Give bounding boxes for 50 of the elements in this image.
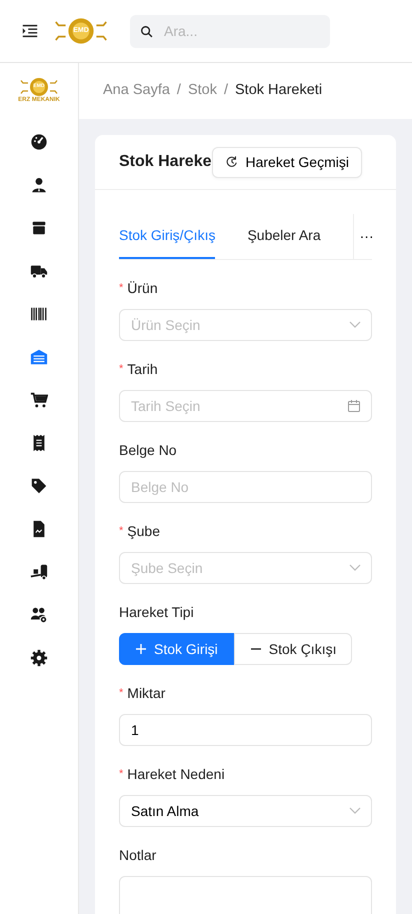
select-field[interactable]: Şube Seçin: [119, 552, 372, 584]
segment-option[interactable]: Stok Çıkışı: [234, 633, 352, 665]
gear-logo-icon: [53, 17, 109, 45]
required-mark: *: [119, 281, 124, 296]
field-label: Notlar: [119, 846, 156, 865]
date-field[interactable]: Tarih Seçin: [119, 390, 372, 422]
segment-option[interactable]: Stok Girişi: [119, 633, 234, 665]
barcode-icon: [30, 305, 48, 323]
tab[interactable]: Stok Giriş/Çıkış: [119, 214, 216, 259]
box-icon: [30, 219, 48, 237]
breadcrumb-item[interactable]: Ana Sayfa: [103, 80, 170, 102]
gear-logo-icon: [18, 77, 59, 97]
field-label: Hareket Tipi: [119, 603, 194, 622]
history-icon: [224, 155, 238, 169]
history-button[interactable]: Hareket Geçmişi: [212, 146, 362, 178]
field-label: Şube: [127, 522, 160, 541]
breadcrumb-separator: /: [224, 81, 228, 100]
menu-toggle-button[interactable]: [21, 22, 39, 40]
calendar-icon: [347, 399, 361, 413]
gear-icon: [30, 649, 48, 667]
user-icon: [30, 176, 48, 194]
required-mark: *: [119, 362, 124, 378]
input-field[interactable]: 1: [119, 714, 372, 746]
field-label: Belge No: [119, 441, 177, 460]
breadcrumb-separator: /: [176, 81, 181, 100]
search-field[interactable]: Ara...: [130, 14, 330, 48]
select-field[interactable]: Ürün Seçin: [119, 309, 372, 341]
required-mark: *: [119, 524, 124, 540]
more-tabs-button[interactable]: ···: [352, 214, 372, 259]
field-label: Miktar: [127, 684, 166, 703]
breadcrumb-item: Stok Hareketi: [235, 81, 322, 100]
tab[interactable]: Şubeler Ara: [247, 214, 321, 259]
forklift-icon: [30, 563, 48, 581]
tag-icon: [30, 477, 48, 495]
required-mark: *: [119, 686, 124, 702]
input-field[interactable]: Belge No: [119, 471, 372, 503]
warehouse-icon: [30, 348, 48, 366]
gauge-icon: [30, 133, 48, 151]
field-label: Ürün: [127, 279, 158, 298]
field-label: Tarih: [127, 360, 158, 379]
users-gear-icon: [30, 606, 48, 624]
select-field[interactable]: Satın Alma: [119, 795, 372, 827]
field-label: Hareket Nedeni: [127, 765, 225, 784]
cart-icon: [30, 391, 48, 409]
card-title: Stok Hareke: [119, 152, 212, 172]
breadcrumb-item[interactable]: Stok: [188, 80, 217, 102]
menu-icon: [21, 22, 39, 40]
search-icon: [140, 24, 154, 38]
required-mark: *: [119, 767, 124, 782]
plus-icon: [135, 643, 147, 655]
